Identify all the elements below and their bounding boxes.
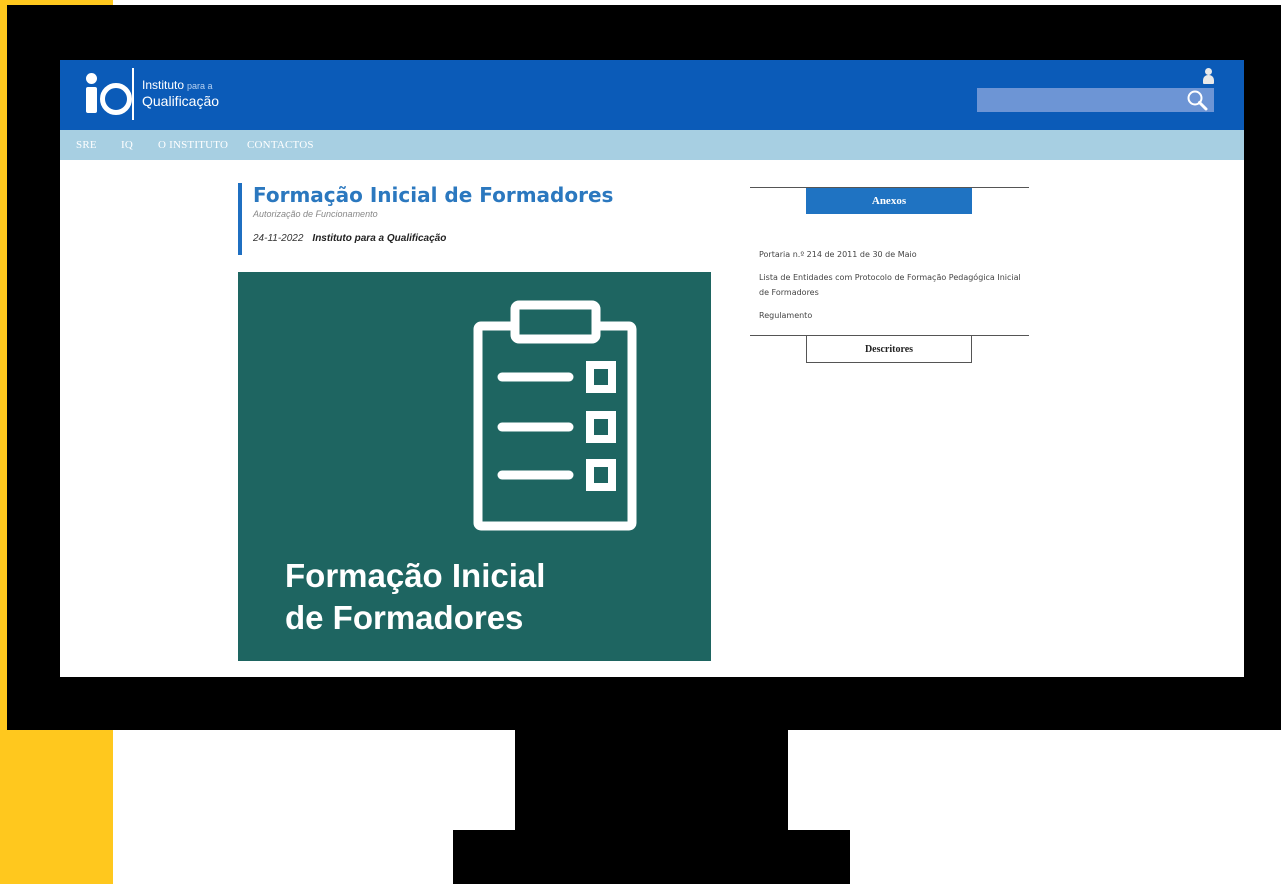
nav-item-iq[interactable]: IQ [121, 139, 133, 151]
search-box [977, 88, 1214, 112]
hero-title-line2: de Formadores [285, 599, 524, 636]
logo-line1: Instituto [142, 78, 185, 93]
monitor-stand-base [453, 830, 850, 884]
monitor-screen: Instituto para a Qualificação SRE IQ O IN… [60, 60, 1244, 677]
logo-divider [132, 68, 134, 120]
search-icon[interactable] [1186, 89, 1208, 111]
search-input[interactable] [977, 88, 1189, 112]
logo-mark [84, 71, 132, 117]
nav-item-o-instituto[interactable]: O INSTITUTO [158, 139, 228, 151]
page-subtitle: Autorização de Funcionamento [253, 209, 378, 219]
attachment-link-lista-entidades[interactable]: Lista de Entidades com Protocolo de Form… [759, 270, 1031, 300]
article-author: Instituto para a Qualificação [312, 233, 447, 244]
attachment-link-regulamento[interactable]: Regulamento [759, 308, 1031, 323]
main-nav: SRE IQ O INSTITUTO CONTACTOS [60, 130, 1244, 160]
monitor-stand-neck [515, 729, 788, 832]
hero-image: Formação Inicial de Formadores [238, 272, 711, 661]
hero-title-line1: Formação Inicial [285, 557, 546, 594]
article-meta: 24-11-2022 Instituto para a Qualificação [253, 233, 673, 244]
article-header: Formação Inicial de Formadores Autorizaç… [238, 183, 673, 255]
logo-line1-small: para a [187, 81, 213, 92]
nav-item-sre[interactable]: SRE [76, 139, 97, 151]
logo-text: Instituto para a Qualificação [142, 78, 220, 109]
article-date: 24-11-2022 [253, 233, 304, 244]
attachment-link-portaria[interactable]: Portaria n.º 214 de 2011 de 30 de Maio [759, 247, 1031, 262]
user-icon[interactable] [1202, 68, 1214, 84]
tab-anexos[interactable]: Anexos [806, 188, 972, 214]
logo-line2: Qualificação [142, 92, 220, 109]
site-logo[interactable]: Instituto para a Qualificação [84, 66, 219, 122]
attachment-links: Portaria n.º 214 de 2011 de 30 de Maio L… [759, 247, 1031, 331]
hero-title: Formação Inicial de Formadores [285, 555, 545, 639]
site-header: Instituto para a Qualificação [60, 60, 1244, 130]
nav-item-contactos[interactable]: CONTACTOS [247, 139, 314, 151]
page-title: Formação Inicial de Formadores [253, 183, 614, 207]
tab-descritores[interactable]: Descritores [806, 336, 972, 363]
